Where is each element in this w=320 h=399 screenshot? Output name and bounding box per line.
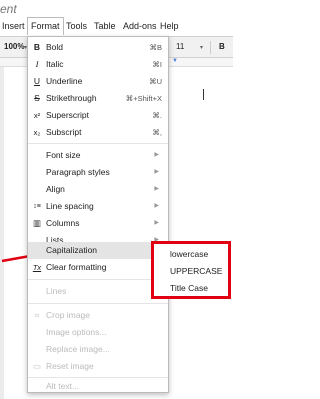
reset-image-icon: ▭ — [32, 361, 42, 371]
italic-icon: I — [35, 59, 39, 69]
menu-item-strikethrough[interactable]: S Strikethrough ⌘+Shift+X — [28, 90, 168, 107]
menu-item-underline[interactable]: U Underline ⌘U — [28, 73, 168, 90]
bold-icon: B — [33, 42, 41, 52]
menu-item-line-spacing[interactable]: ↕≡ Line spacing ▶ — [28, 198, 168, 215]
submenu-item-lowercase[interactable]: lowercase — [170, 247, 208, 262]
menu-item-reset-image: ▭ Reset image — [28, 358, 168, 375]
submenu-item-title-case[interactable]: Title Case — [170, 281, 208, 296]
submenu-item-uppercase[interactable]: UPPERCASE — [170, 264, 222, 279]
strikethrough-icon: S — [34, 93, 40, 103]
submenu-arrow-icon: ▶ — [154, 152, 159, 158]
menu-divider — [28, 303, 168, 304]
submenu-arrow-icon: ▶ — [154, 169, 159, 175]
line-spacing-icon: ↕≡ — [33, 203, 41, 210]
text-cursor — [203, 89, 204, 100]
columns-icon: ▥ — [32, 218, 42, 228]
font-size-select[interactable]: 11 — [176, 42, 184, 51]
submenu-arrow-icon: ▶ — [154, 186, 159, 192]
menu-divider — [28, 279, 168, 280]
menu-item-alt-text: Alt text... — [46, 381, 80, 391]
menu-item-clear-formatting[interactable]: Tx Clear formatting ⌘\ — [28, 259, 168, 276]
document-title[interactable]: ent — [0, 2, 17, 16]
superscript-icon: x² — [33, 111, 41, 120]
submenu-arrow-icon: ▶ — [154, 220, 159, 226]
menu-table[interactable]: Table — [92, 19, 118, 35]
menu-item-replace-image: Replace image... — [46, 344, 110, 354]
crop-icon: ⌗ — [34, 310, 40, 320]
menu-item-font-size[interactable]: Font size ▶ — [28, 147, 168, 164]
ruler-indent-icon[interactable]: ▼ — [172, 58, 178, 64]
menu-item-lines: Lines ▶ — [28, 283, 168, 300]
capitalization-submenu: lowercase UPPERCASE Title Case — [151, 241, 231, 299]
zoom-select[interactable]: 100% — [4, 42, 24, 51]
menu-tools[interactable]: Tools — [64, 19, 89, 35]
underline-icon: U — [33, 76, 41, 86]
menu-item-crop-image: ⌗ Crop image — [28, 307, 168, 324]
menu-format[interactable]: Format — [27, 17, 64, 35]
menu-item-image-options: Image options... — [46, 327, 107, 337]
menu-bar: Insert Format Tools Table Add-ons Help — [0, 16, 233, 36]
menu-divider — [28, 143, 168, 144]
menu-help[interactable]: Help — [158, 19, 181, 35]
submenu-arrow-icon: ▶ — [154, 203, 159, 209]
menu-item-paragraph-styles[interactable]: Paragraph styles ▶ — [28, 164, 168, 181]
menu-item-subscript[interactable]: x₂ Subscript ⌘, — [28, 124, 168, 141]
toolbar-divider — [210, 41, 211, 54]
menu-item-superscript[interactable]: x² Superscript ⌘. — [28, 107, 168, 124]
font-size-dropdown-icon[interactable]: ▾ — [200, 44, 203, 51]
bold-toolbar-button[interactable]: B — [219, 42, 225, 51]
menu-item-capitalization[interactable]: Capitalization ▶ — [28, 242, 168, 259]
subscript-icon: x₂ — [33, 128, 41, 137]
format-menu: B Bold ⌘B I Italic ⌘I U Underline ⌘U S S… — [27, 36, 169, 393]
menu-item-italic[interactable]: I Italic ⌘I — [28, 56, 168, 73]
menu-insert[interactable]: Insert — [0, 19, 27, 35]
menu-item-columns[interactable]: ▥ Columns ▶ — [28, 215, 168, 232]
menu-item-bold[interactable]: B Bold ⌘B — [28, 39, 168, 56]
menu-addons[interactable]: Add-ons — [121, 19, 159, 35]
clear-formatting-icon: Tx — [32, 263, 42, 272]
menu-item-align[interactable]: Align ▶ — [28, 181, 168, 198]
